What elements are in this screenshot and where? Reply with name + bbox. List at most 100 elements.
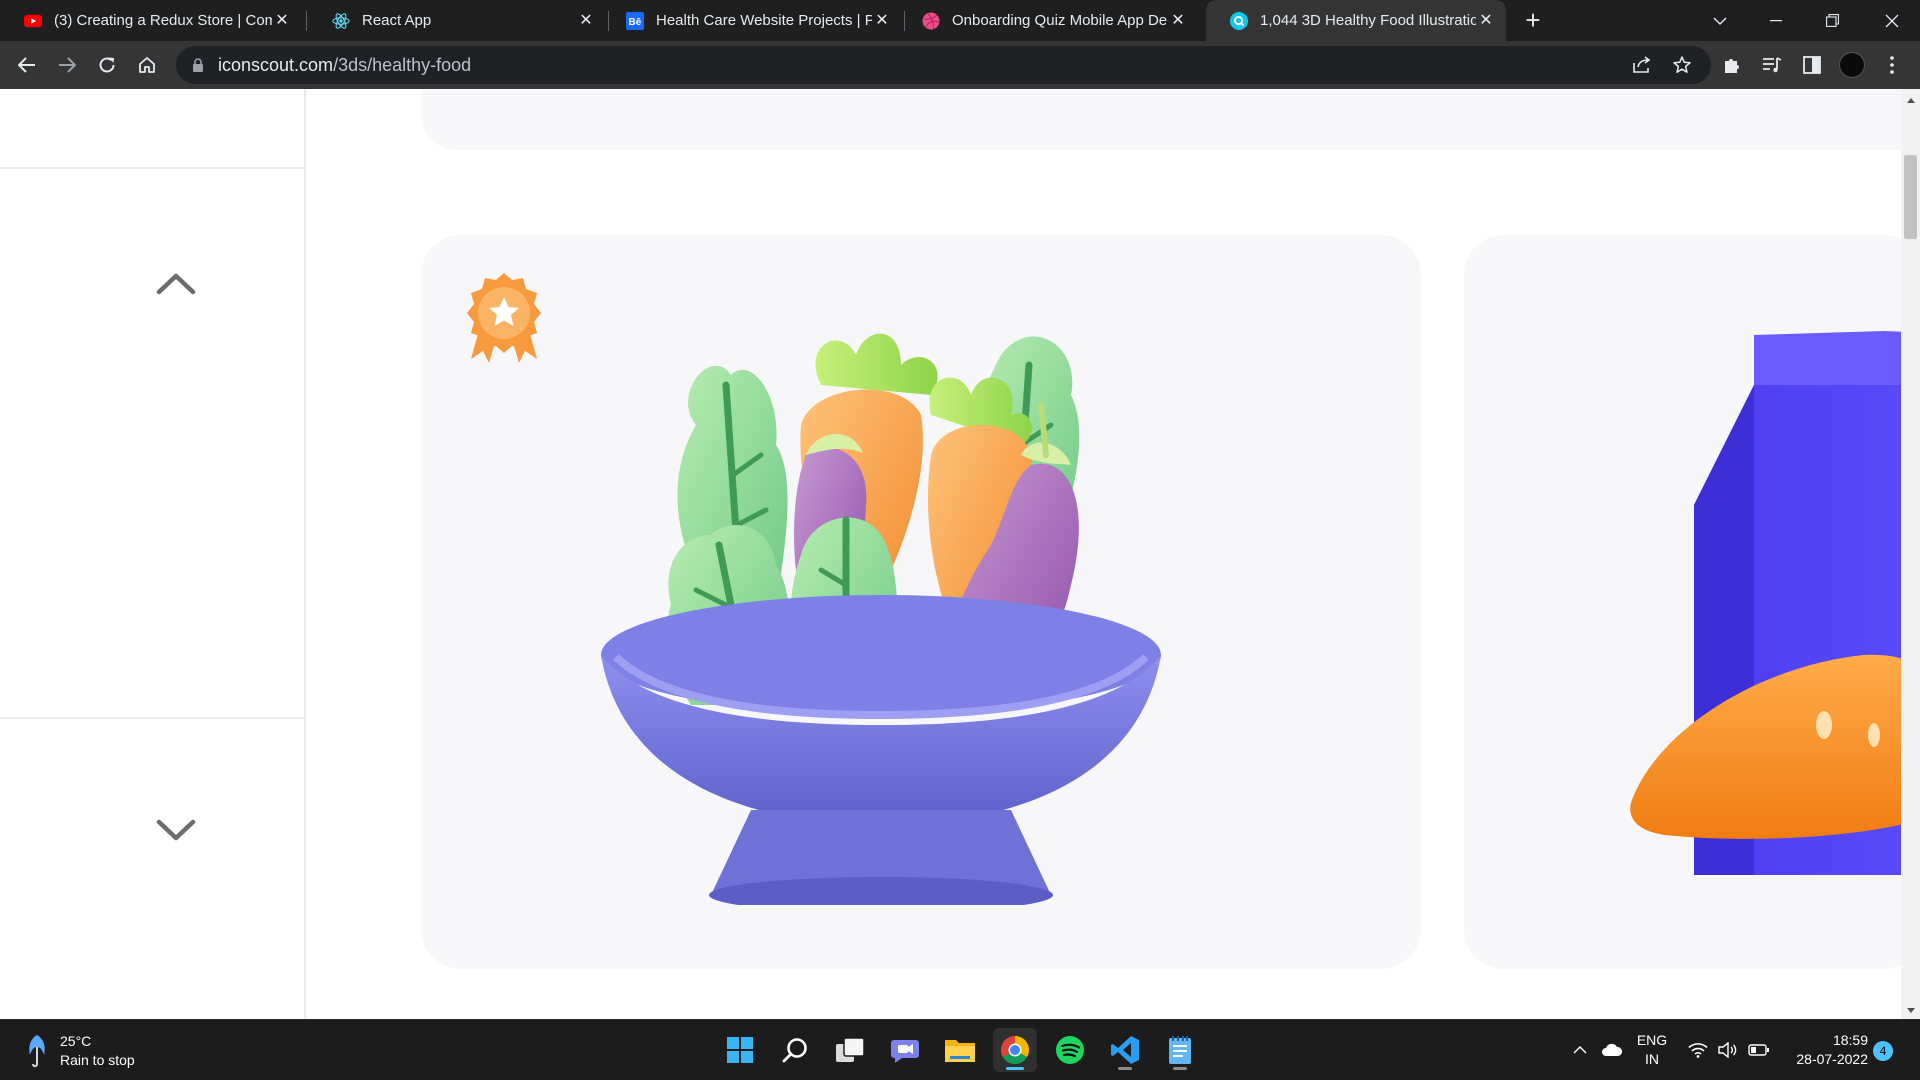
tab-iconscout[interactable]: 1,044 3D Healthy Food Illustratio ✕ (1206, 0, 1506, 41)
chevron-up-icon (1573, 1046, 1587, 1054)
address-bar[interactable]: iconscout.com/3ds/healthy-food (176, 46, 1711, 84)
notepad-button[interactable] (1158, 1028, 1202, 1072)
dribbble-icon (922, 12, 940, 30)
new-tab-button[interactable]: + (1520, 7, 1546, 34)
onedrive-button[interactable] (1598, 1020, 1626, 1080)
chrome-taskbar-button[interactable] (993, 1028, 1037, 1072)
media-control-button[interactable] (1756, 49, 1788, 81)
svg-text:Bē: Bē (629, 17, 642, 28)
tab-title: 1,044 3D Healthy Food Illustratio (1260, 12, 1476, 29)
spotify-icon (1056, 1036, 1084, 1064)
bookmark-star-icon[interactable] (1670, 53, 1694, 77)
task-view-button[interactable] (828, 1028, 872, 1072)
tab-title: React App (362, 12, 432, 29)
tab-strip: (3) Creating a Redux Store | Comp ✕ Reac… (0, 0, 1920, 41)
more-vert-icon (1890, 56, 1894, 74)
tab-youtube[interactable]: (3) Creating a Redux Store | Comp ✕ (0, 0, 302, 41)
running-indicator (1006, 1067, 1024, 1070)
vscode-icon (1111, 1036, 1139, 1064)
wifi-button[interactable] (1684, 1020, 1712, 1080)
language-code: ENG (1636, 1032, 1668, 1048)
chrome-icon (1001, 1036, 1029, 1064)
windows-logo-icon (727, 1037, 753, 1063)
side-panel-icon (1803, 56, 1821, 74)
minimize-button[interactable] (1748, 0, 1804, 41)
arrow-right-icon (59, 57, 76, 73)
wifi-icon (1688, 1043, 1708, 1058)
teams-chat-button[interactable] (883, 1028, 927, 1072)
spotify-button[interactable] (1048, 1028, 1092, 1072)
side-panel-button[interactable] (1796, 49, 1828, 81)
battery-button[interactable] (1744, 1020, 1774, 1080)
speaker-icon (1718, 1042, 1737, 1058)
close-icon[interactable]: ✕ (1476, 11, 1496, 31)
tab-title: Onboarding Quiz Mobile App De (952, 12, 1168, 29)
reload-icon (99, 57, 115, 73)
iconscout-icon (1230, 11, 1248, 30)
close-icon (1885, 14, 1899, 27)
file-explorer-button[interactable] (938, 1028, 982, 1072)
left-thumbnail-panel (0, 89, 306, 1019)
illustration-card[interactable] (421, 235, 1421, 969)
scroll-up-button[interactable] (152, 259, 200, 307)
clock[interactable]: 18:59 28-07-2022 (1776, 1020, 1870, 1080)
windows-taskbar: 25°C Rain to stop ENG IN 18:59 28-07-202… (0, 1019, 1920, 1080)
umbrella-icon (29, 1035, 45, 1068)
top-banner (421, 89, 1901, 150)
notification-badge[interactable]: 4 (1873, 1041, 1893, 1061)
behance-icon: Bē (626, 11, 644, 30)
tab-title: Health Care Website Projects | Ph (656, 12, 872, 29)
menu-button[interactable] (1876, 49, 1908, 81)
extensions-button[interactable] (1716, 49, 1748, 81)
close-icon[interactable]: ✕ (272, 11, 292, 31)
weather-desc: Rain to stop (60, 1052, 135, 1068)
premium-badge-icon (467, 273, 541, 363)
language-region: IN (1645, 1051, 1659, 1067)
home-button[interactable] (131, 49, 163, 81)
back-button[interactable] (11, 49, 43, 81)
scrollbar-thumb[interactable] (1904, 155, 1917, 239)
show-hidden-icons-button[interactable] (1568, 1020, 1592, 1080)
page-content (0, 89, 1920, 1019)
folder-icon (945, 1040, 975, 1062)
close-icon[interactable]: ✕ (1168, 11, 1188, 31)
weather-widget[interactable]: 25°C Rain to stop (24, 1032, 135, 1070)
start-button[interactable] (718, 1028, 762, 1072)
scroll-up-arrow[interactable] (1901, 92, 1920, 108)
clock-date: 28-07-2022 (1796, 1051, 1868, 1067)
teams-chat-icon (891, 1040, 919, 1063)
chevron-down-icon (1713, 17, 1727, 25)
share-icon[interactable] (1630, 53, 1654, 77)
volume-button[interactable] (1714, 1020, 1742, 1080)
puzzle-icon (1725, 59, 1739, 73)
clock-time: 18:59 (1832, 1032, 1868, 1048)
react-icon (332, 12, 350, 30)
tab-title: (3) Creating a Redux Store | Comp (54, 12, 272, 29)
restore-icon (1825, 14, 1839, 27)
illustration-card[interactable] (1464, 235, 1920, 969)
vscode-button[interactable] (1103, 1028, 1147, 1072)
triangle-up-icon (1906, 97, 1915, 103)
url-text: iconscout.com/3ds/healthy-food (218, 55, 471, 76)
tab-dribbble[interactable]: Onboarding Quiz Mobile App De ✕ (898, 0, 1198, 41)
tab-search-button[interactable] (1692, 0, 1748, 41)
reload-button[interactable] (91, 49, 123, 81)
restore-button[interactable] (1804, 0, 1860, 41)
arrow-left-icon (18, 57, 35, 73)
forward-button[interactable] (51, 49, 83, 81)
profile-button[interactable] (1836, 49, 1868, 81)
divider (0, 167, 304, 169)
youtube-icon (24, 12, 42, 30)
scroll-down-arrow[interactable] (1901, 1002, 1920, 1018)
search-icon (782, 1038, 807, 1063)
search-button[interactable] (773, 1028, 817, 1072)
close-icon[interactable]: ✕ (872, 11, 892, 31)
minimize-icon (1770, 19, 1782, 21)
language-indicator[interactable]: ENG IN (1628, 1020, 1676, 1080)
close-icon[interactable]: ✕ (576, 11, 596, 31)
scroll-down-button[interactable] (152, 807, 200, 855)
tab-behance[interactable]: Bē Health Care Website Projects | Ph ✕ (602, 0, 902, 41)
chevron-down-icon (156, 819, 196, 841)
close-window-button[interactable] (1864, 0, 1920, 41)
tab-react-app[interactable]: React App ✕ (308, 0, 606, 41)
